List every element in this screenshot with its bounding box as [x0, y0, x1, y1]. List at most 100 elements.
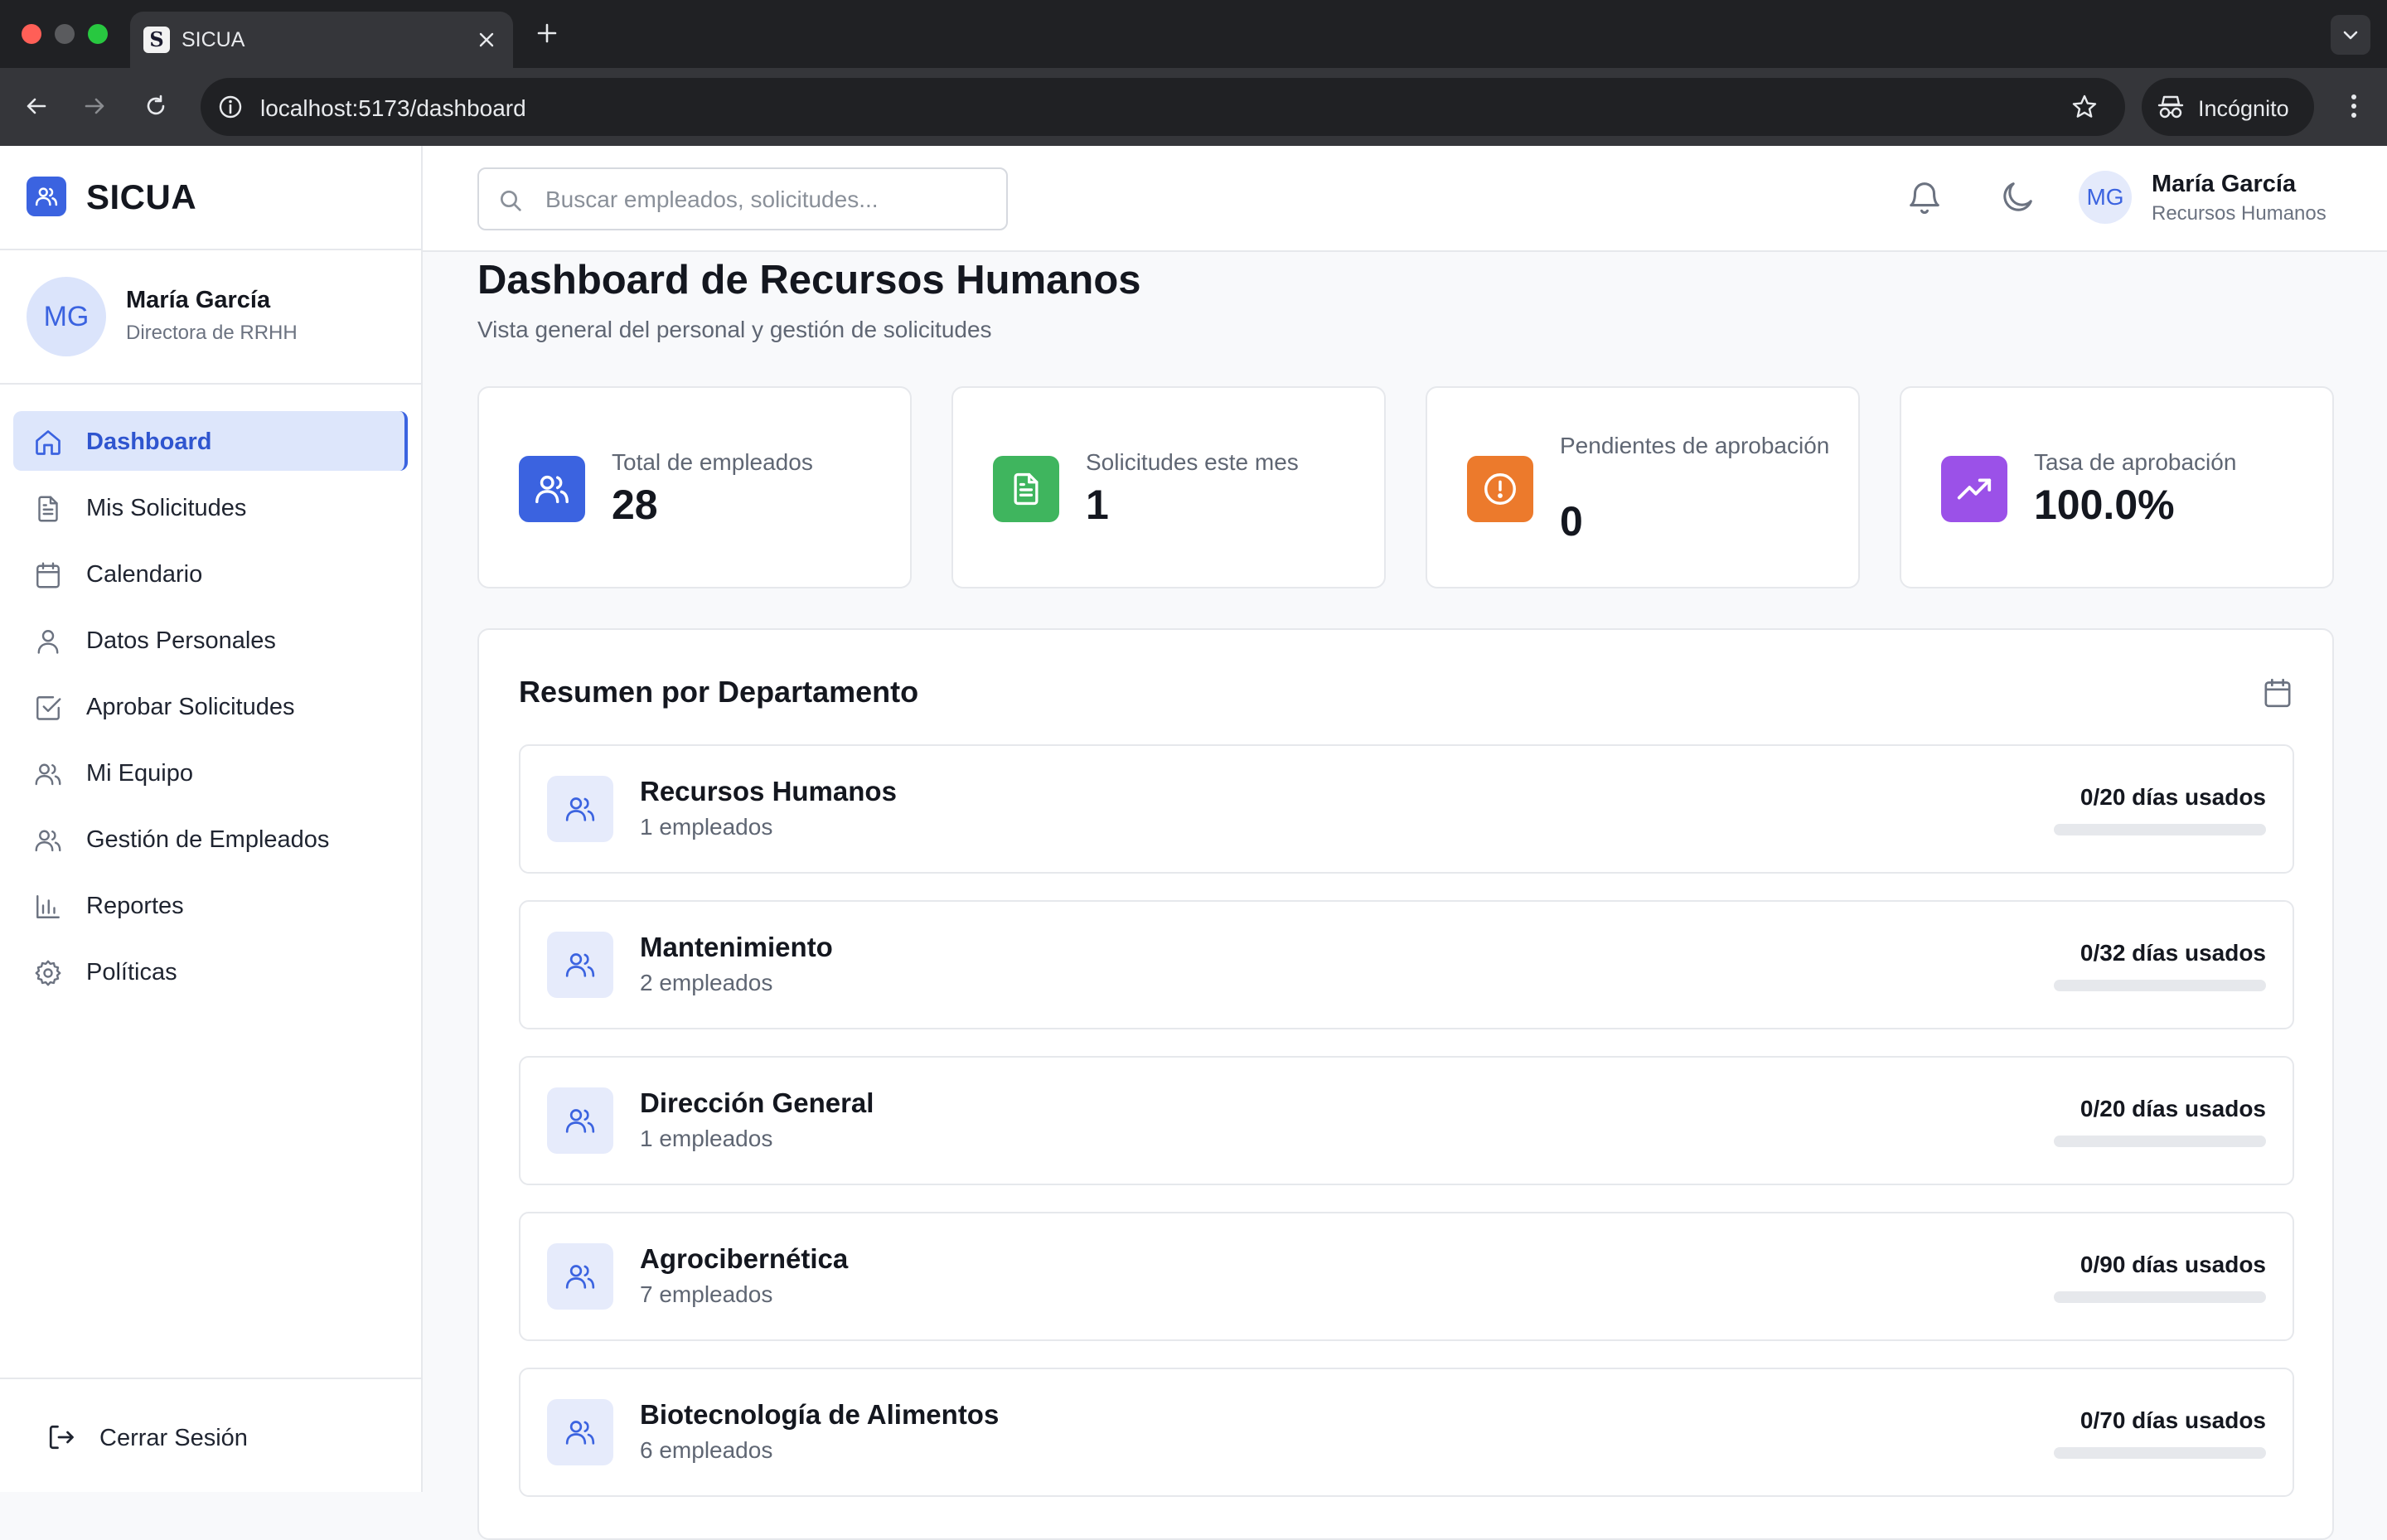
department-row[interactable]: Agrocibernética 7 empleados 0/90 días us… — [519, 1212, 2294, 1341]
sidebar-item-dashboard[interactable]: Dashboard — [13, 411, 408, 471]
department-name: Biotecnología de Alimentos — [640, 1399, 1000, 1430]
stat-label: Tasa de aprobación — [2034, 449, 2237, 475]
department-employee-count: 6 empleados — [640, 1437, 773, 1463]
more-options-icon[interactable] — [2334, 86, 2374, 126]
department-name: Dirección General — [640, 1087, 874, 1118]
users-icon — [35, 830, 61, 852]
new-tab-icon[interactable] — [532, 18, 562, 48]
department-usage-bar — [2054, 1136, 2266, 1147]
sidebar-item-mis-solicitudes[interactable]: Mis Solicitudes — [13, 477, 408, 537]
logout-button[interactable]: Cerrar Sesión — [0, 1378, 421, 1492]
department-row[interactable]: Dirección General 1 empleados 0/20 días … — [519, 1056, 2294, 1185]
url-text: localhost:5173/dashboard — [260, 95, 526, 121]
stat-label: Total de empleados — [612, 449, 813, 475]
browser-toolbar: localhost:5173/dashboard Incógnito — [0, 68, 2387, 146]
users-icon — [547, 1243, 613, 1310]
sidebar-item-gestion-de-empleados[interactable]: Gestión de Empleados — [13, 809, 408, 869]
maximize-window-button[interactable] — [88, 24, 108, 44]
search-input[interactable] — [544, 181, 995, 219]
favicon-icon: S — [143, 27, 170, 53]
sidebar-item-calendario[interactable]: Calendario — [13, 544, 408, 603]
search-box[interactable] — [477, 167, 1008, 230]
site-info-icon[interactable] — [212, 89, 249, 125]
minimize-window-button[interactable] — [55, 24, 75, 44]
stat-label: Solicitudes este mes — [1086, 449, 1299, 475]
close-window-button[interactable] — [22, 24, 41, 44]
department-usage-bar — [2054, 1447, 2266, 1459]
close-tab-icon[interactable] — [472, 25, 501, 55]
users-icon — [547, 932, 613, 998]
stat-value: 1 — [1086, 482, 1109, 528]
sidebar-item-label: Mis Solicitudes — [86, 495, 247, 521]
document-icon — [993, 456, 1059, 522]
trending-up-icon — [1941, 456, 2007, 522]
incognito-indicator[interactable]: Incógnito — [2142, 78, 2314, 136]
sidebar-profile: MG María García Directora de RRHH — [0, 250, 421, 385]
department-employee-count: 1 empleados — [640, 1126, 773, 1151]
stat-value: 100.0% — [2034, 482, 2175, 528]
sidebar-item-label: Gestión de Empleados — [86, 826, 330, 853]
profile-name: María García — [126, 287, 271, 313]
home-icon — [36, 430, 61, 455]
sidebar-item-label: Aprobar Solicitudes — [86, 694, 295, 720]
sidebar: SICUA MG María García Directora de RRHH … — [0, 146, 423, 1492]
stat-card-pendientes: Pendientes de aprobación 0 — [1426, 386, 1860, 588]
user-icon — [37, 630, 59, 654]
panel-title: Resumen por Departamento — [519, 675, 919, 709]
logout-icon — [49, 1425, 74, 1450]
users-icon — [547, 776, 613, 842]
department-row[interactable]: Biotecnología de Alimentos 6 empleados 0… — [519, 1368, 2294, 1497]
users-icon — [547, 1399, 613, 1465]
notifications-bell-icon[interactable] — [1898, 171, 1951, 224]
forward-arrow-icon[interactable] — [75, 86, 114, 126]
department-name: Mantenimiento — [640, 932, 833, 962]
users-icon — [547, 1087, 613, 1154]
browser-tab-strip: S SICUA — [0, 0, 2387, 68]
tab-title: SICUA — [182, 28, 245, 51]
avatar: MG — [27, 277, 106, 356]
users-logo-icon — [27, 177, 66, 216]
stat-value: 0 — [1560, 498, 1583, 545]
users-icon — [35, 763, 61, 786]
department-employee-count: 7 empleados — [640, 1281, 773, 1307]
calendar-icon[interactable] — [2261, 676, 2294, 709]
back-arrow-icon[interactable] — [17, 86, 56, 126]
stat-card-total-empleados: Total de empleados 28 — [477, 386, 912, 588]
sidebar-item-politicas[interactable]: Políticas — [13, 942, 408, 1001]
department-usage: 0/32 días usados — [2080, 940, 2266, 966]
logout-label: Cerrar Sesión — [99, 1425, 248, 1451]
header-user-department: Recursos Humanos — [2152, 202, 2326, 225]
profile-role: Directora de RRHH — [126, 322, 298, 344]
reload-icon[interactable] — [136, 86, 176, 126]
dark-mode-moon-icon[interactable] — [1991, 171, 2044, 224]
address-bar[interactable]: localhost:5173/dashboard — [201, 78, 2125, 136]
tab-search-chevron-down-icon[interactable] — [2331, 15, 2370, 55]
browser-tab[interactable]: S SICUA — [130, 12, 513, 68]
document-icon — [38, 496, 58, 522]
stat-card-solicitudes-mes: Solicitudes este mes 1 — [951, 386, 1386, 588]
incognito-icon — [2157, 95, 2184, 119]
bookmark-star-icon[interactable] — [2067, 90, 2102, 124]
sidebar-item-aprobar-solicitudes[interactable]: Aprobar Solicitudes — [13, 676, 408, 736]
brand-header: SICUA — [0, 146, 421, 250]
sidebar-item-mi-equipo[interactable]: Mi Equipo — [13, 743, 408, 802]
department-usage: 0/70 días usados — [2080, 1407, 2266, 1433]
department-usage-bar — [2054, 980, 2266, 991]
sidebar-item-datos-personales[interactable]: Datos Personales — [13, 610, 408, 670]
stat-value: 28 — [612, 482, 658, 528]
page-subtitle: Vista general del personal y gestión de … — [477, 317, 992, 342]
sidebar-item-label: Mi Equipo — [86, 760, 193, 787]
gear-icon — [35, 960, 61, 986]
department-row[interactable]: Mantenimiento 2 empleados 0/32 días usad… — [519, 900, 2294, 1029]
sidebar-item-reportes[interactable]: Reportes — [13, 875, 408, 935]
department-usage: 0/20 días usados — [2080, 1096, 2266, 1121]
sidebar-item-label: Políticas — [86, 959, 177, 986]
department-row[interactable]: Recursos Humanos 1 empleados 0/20 días u… — [519, 744, 2294, 874]
page-title: Dashboard de Recursos Humanos — [477, 258, 1141, 303]
stat-label: Pendientes de aprobación — [1560, 433, 1830, 458]
department-usage-bar — [2054, 1291, 2266, 1303]
top-header: MG María García Recursos Humanos — [423, 146, 2387, 252]
user-avatar[interactable]: MG — [2079, 171, 2132, 224]
sidebar-item-label: Datos Personales — [86, 627, 276, 654]
department-usage-bar — [2054, 824, 2266, 835]
